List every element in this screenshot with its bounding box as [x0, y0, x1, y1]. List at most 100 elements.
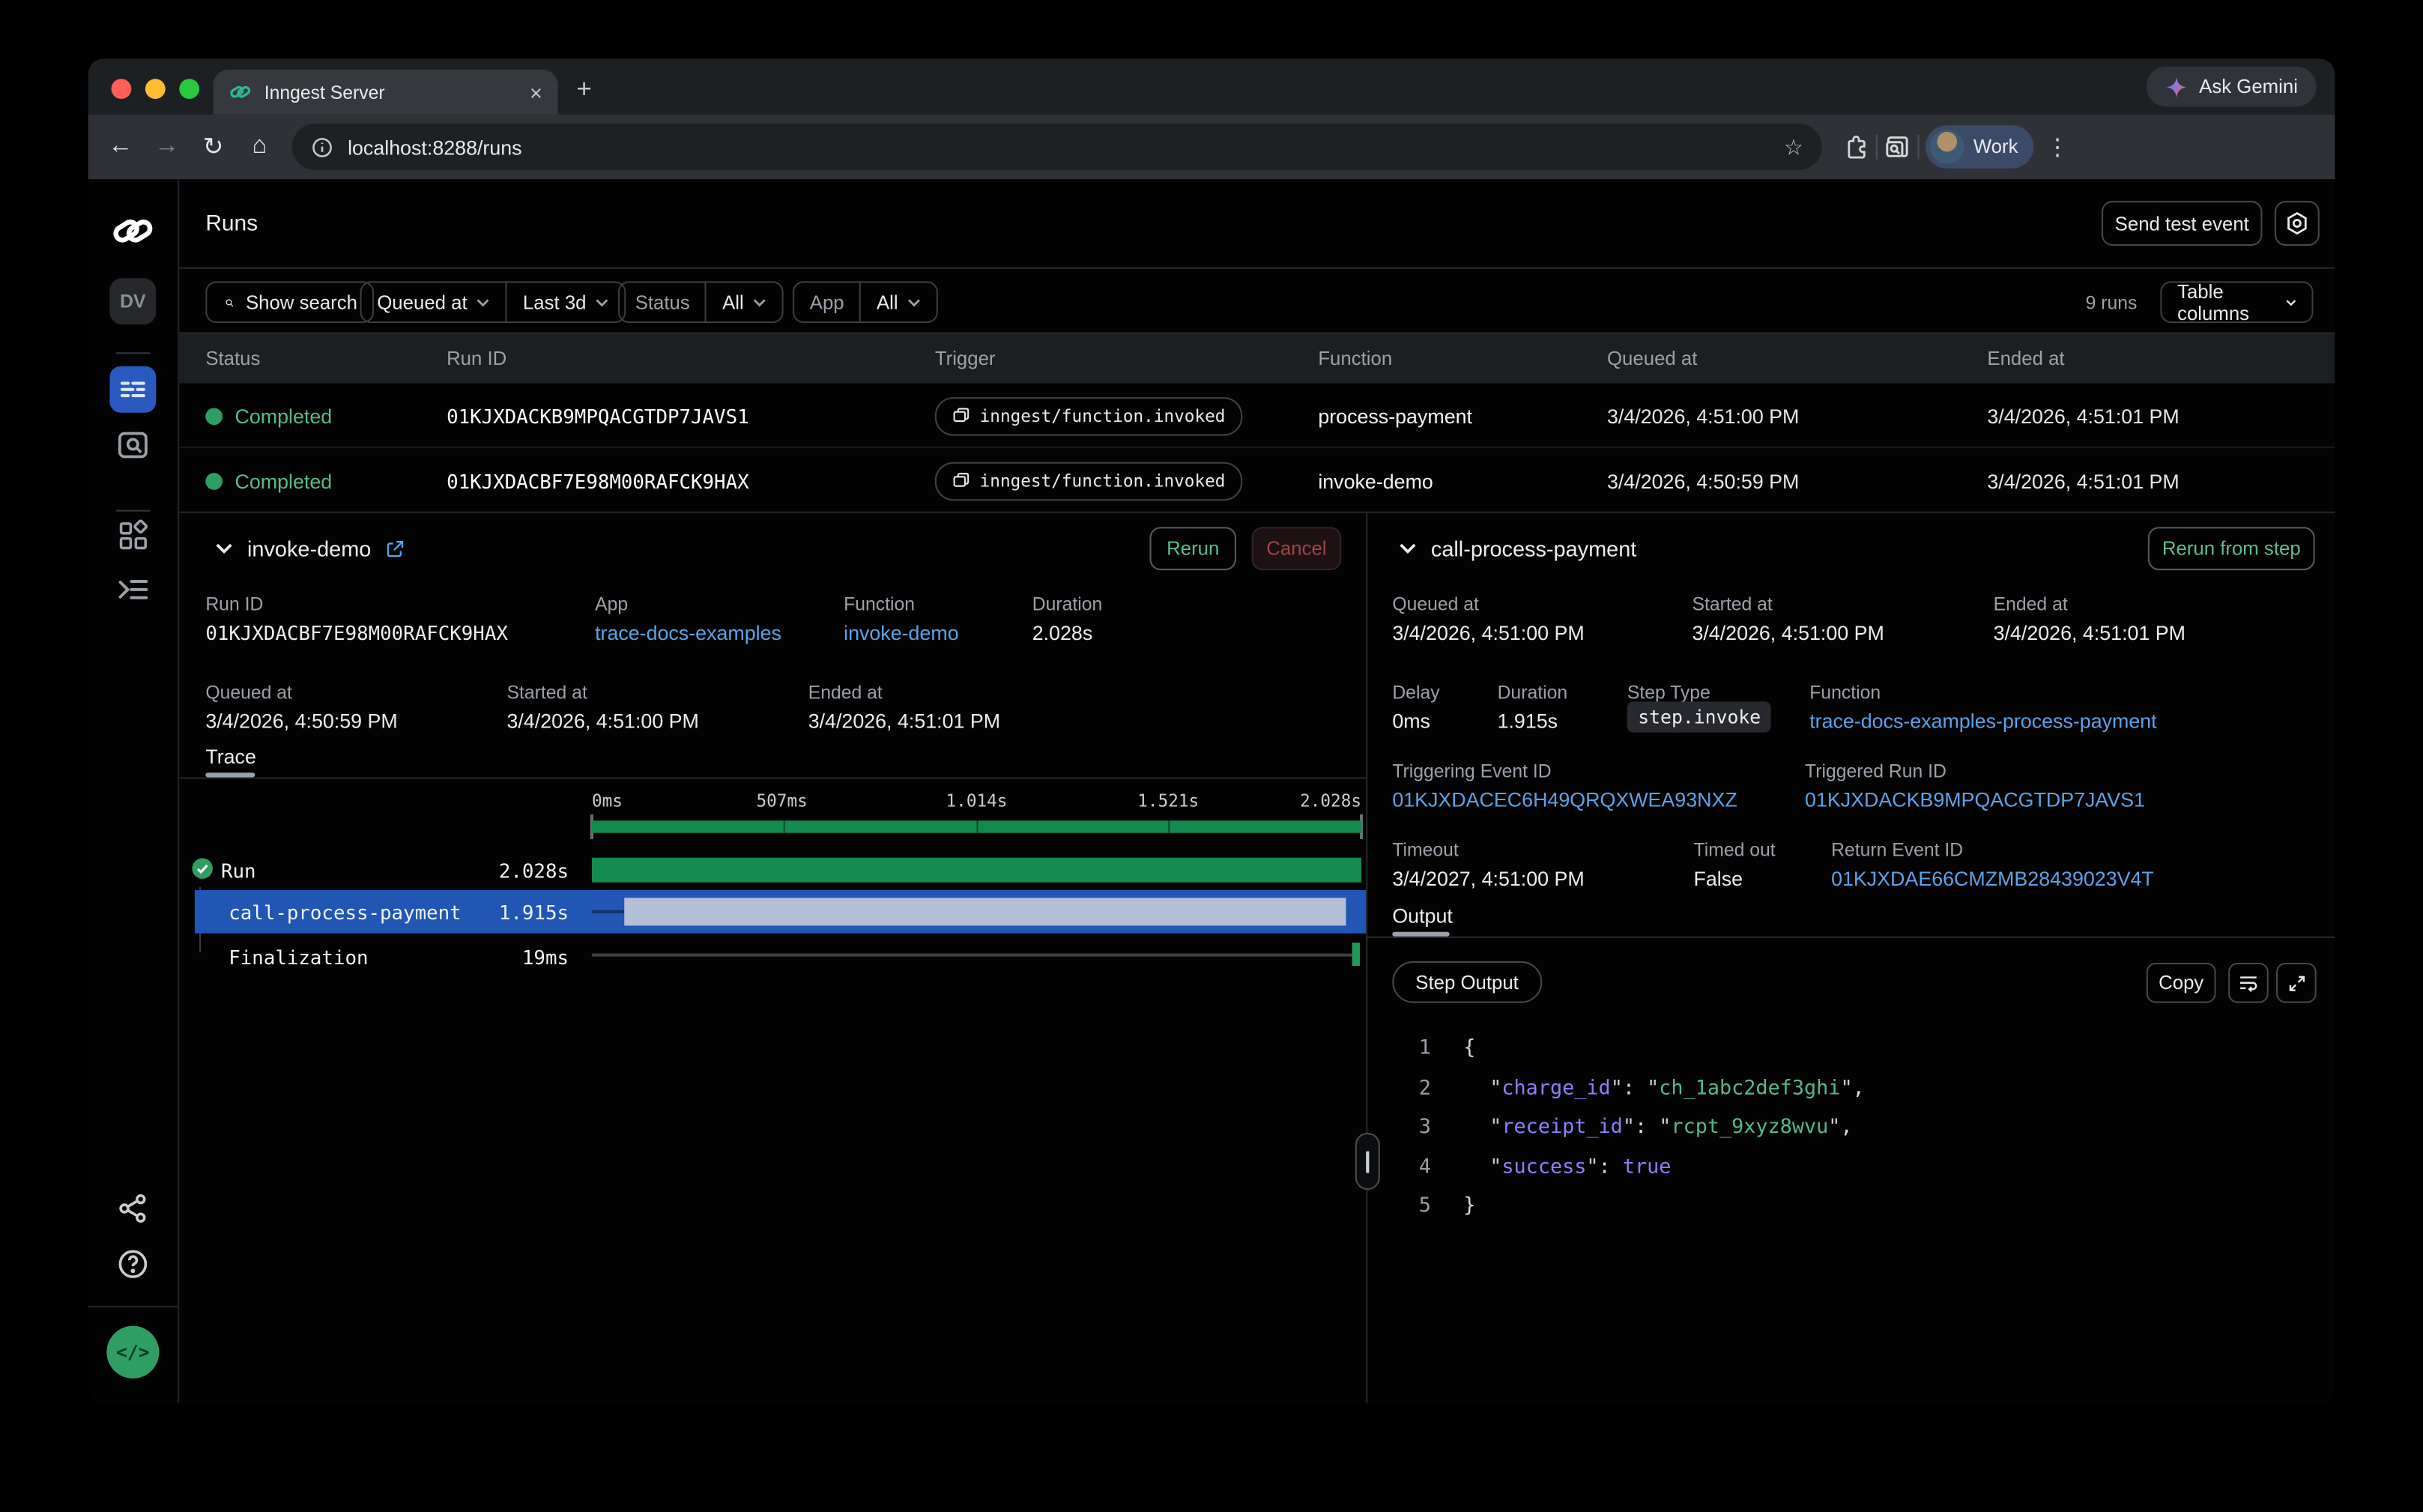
reload-icon[interactable]: ↻ [190, 131, 237, 162]
toolbar-divider [1918, 134, 1920, 159]
gear-icon [2284, 211, 2310, 237]
sidebar-item-runs[interactable] [109, 366, 156, 413]
browser-menu-icon[interactable]: ⋮ [2046, 133, 2069, 160]
tab-trace[interactable]: Trace [205, 745, 256, 768]
rerun-from-step-button[interactable]: Rerun from step [2148, 527, 2315, 570]
trace-row-name[interactable]: Finalization [229, 946, 368, 969]
bookmark-star-icon[interactable]: ☆ [1784, 133, 1803, 160]
code-line[interactable]: 3 receipt_id: rcpt_9xyz8wvu, [1366, 1108, 2335, 1148]
app-filter[interactable]: App All [793, 281, 938, 323]
function-link[interactable]: invoke-demo [844, 621, 959, 644]
sidebar-item-events[interactable] [115, 426, 152, 464]
chevron-down-icon[interactable] [1399, 539, 1418, 558]
step-output-button[interactable]: Step Output [1392, 961, 1541, 1003]
delay-label: Delay [1392, 682, 1439, 704]
trace-bar-step[interactable] [624, 898, 1346, 925]
code-line[interactable]: 4 success: true [1366, 1147, 2335, 1187]
show-search-button[interactable]: Show search [205, 281, 374, 323]
dev-server-button[interactable]: </> [106, 1326, 159, 1379]
queued-at-label: Queued at [1392, 593, 1479, 615]
help-icon[interactable] [116, 1247, 150, 1280]
zoom-window-button[interactable] [179, 79, 199, 99]
trigger-pill[interactable]: inngest/function.invoked [935, 462, 1242, 501]
word-wrap-button[interactable] [2228, 963, 2269, 1003]
trigger-label: inngest/function.invoked [980, 471, 1226, 491]
column-header[interactable]: Status [205, 334, 260, 384]
status-filter-value[interactable]: All [707, 282, 782, 321]
tab-output[interactable]: Output [1392, 904, 1453, 928]
tab-close-icon[interactable]: × [530, 81, 542, 103]
column-header[interactable]: Run ID [447, 334, 506, 384]
time-filter[interactable]: Queued at Last 3d [360, 281, 627, 323]
app-value-label: All [877, 291, 898, 313]
return-event-id-link[interactable]: 01KJXDAE66CMZMB28439023V4T [1831, 867, 2154, 890]
step-detail-header: call-process-payment [1399, 525, 1637, 572]
url-bar[interactable]: localhost:8288/runs ☆ [292, 124, 1822, 170]
started-at-value: 3/4/2026, 4:51:00 PM [1692, 621, 1884, 644]
copy-button[interactable]: Copy [2147, 963, 2216, 1003]
close-window-button[interactable] [112, 79, 132, 99]
code-line[interactable]: 2 charge_id: ch_1abc2def3ghi, [1366, 1068, 2335, 1108]
column-header[interactable]: Ended at [1987, 334, 2064, 384]
external-link-icon[interactable] [385, 539, 405, 559]
tab-strip: Inngest Server × + Ask Gemini [88, 58, 2335, 114]
profile-chip[interactable]: Work [1926, 125, 2033, 169]
runs-count: 9 runs [2086, 269, 2138, 336]
step-function-link[interactable]: trace-docs-examples-process-payment [1809, 710, 2156, 733]
trace-bar-run[interactable] [592, 858, 1361, 883]
forward-icon[interactable]: → [144, 133, 190, 160]
time-field-select[interactable]: Queued at [362, 282, 506, 321]
trace-row-name[interactable]: Run [221, 859, 256, 883]
copy-label: Copy [2159, 972, 2203, 994]
new-tab-button[interactable]: + [576, 76, 591, 102]
search-tabs-icon[interactable] [1884, 133, 1911, 160]
table-row[interactable]: Completed 01KJXDACKB9MPQACGTDP7JAVS1 inn… [179, 384, 2335, 449]
triggered-run-id-link[interactable]: 01KJXDACKB9MPQACGTDP7JAVS1 [1805, 788, 2145, 811]
back-icon[interactable]: ← [97, 133, 144, 160]
expand-icon [2286, 973, 2306, 993]
ask-gemini-button[interactable]: Ask Gemini [2147, 67, 2317, 107]
detail-panels: invoke-demo Rerun Cancel Run ID App Func… [179, 513, 2335, 1403]
ended-at-value: 3/4/2026, 4:51:01 PM [808, 710, 1000, 733]
column-header[interactable]: Trigger [935, 334, 996, 384]
show-search-label: Show search [246, 291, 357, 313]
minimize-window-button[interactable] [145, 79, 166, 99]
extensions-icon[interactable] [1844, 133, 1870, 160]
run-detail-header: invoke-demo [215, 525, 405, 572]
trace-row-name[interactable]: call-process-payment [229, 901, 461, 924]
trace-bar-finalization[interactable] [1352, 943, 1360, 966]
table-columns-button[interactable]: Table columns [2160, 281, 2313, 323]
table-row[interactable]: Completed 01KJXDACBF7E98M00RAFCK9HAX inn… [179, 448, 2335, 513]
code-line[interactable]: 1 { [1366, 1029, 2335, 1069]
column-header[interactable]: Queued at [1607, 334, 1697, 384]
expand-button[interactable] [2276, 963, 2317, 1003]
browser-tab[interactable]: Inngest Server × [214, 70, 558, 115]
cancel-label: Cancel [1266, 538, 1326, 560]
site-info-icon[interactable] [311, 135, 334, 158]
trace-minimap-bar[interactable] [592, 820, 1361, 833]
settings-button[interactable] [2275, 201, 2320, 246]
status-filter[interactable]: Status All [618, 281, 784, 323]
code-token: receipt_id: rcpt_9xyz8wvu, [1489, 1116, 1852, 1140]
rerun-button[interactable]: Rerun [1150, 527, 1237, 570]
step-type-value: step.invoke [1627, 701, 1772, 732]
code-line[interactable]: 5 } [1366, 1187, 2335, 1227]
cancel-button[interactable]: Cancel [1252, 527, 1342, 570]
column-header[interactable]: Function [1318, 334, 1392, 384]
sidebar-item-terminal[interactable] [115, 572, 151, 607]
ended-at-label: Ended at [808, 682, 883, 704]
send-test-event-button[interactable]: Send test event [2102, 201, 2263, 246]
url-text[interactable]: localhost:8288/runs [348, 135, 1770, 158]
app-label: App [595, 593, 628, 615]
app-filter-value[interactable]: All [861, 282, 937, 321]
home-icon[interactable]: ⌂ [237, 133, 283, 160]
sidebar-item-apps[interactable] [115, 518, 151, 553]
panel-divider [179, 777, 1366, 778]
env-badge[interactable]: DV [109, 278, 156, 324]
share-icon[interactable] [116, 1191, 150, 1225]
triggering-event-id-link[interactable]: 01KJXDACEC6H49QRQXWEA93NXZ [1392, 788, 1737, 811]
time-range-select[interactable]: Last 3d [507, 282, 625, 321]
chevron-down-icon[interactable] [215, 539, 234, 558]
app-link[interactable]: trace-docs-examples [595, 621, 781, 644]
trigger-pill[interactable]: inngest/function.invoked [935, 396, 1242, 435]
